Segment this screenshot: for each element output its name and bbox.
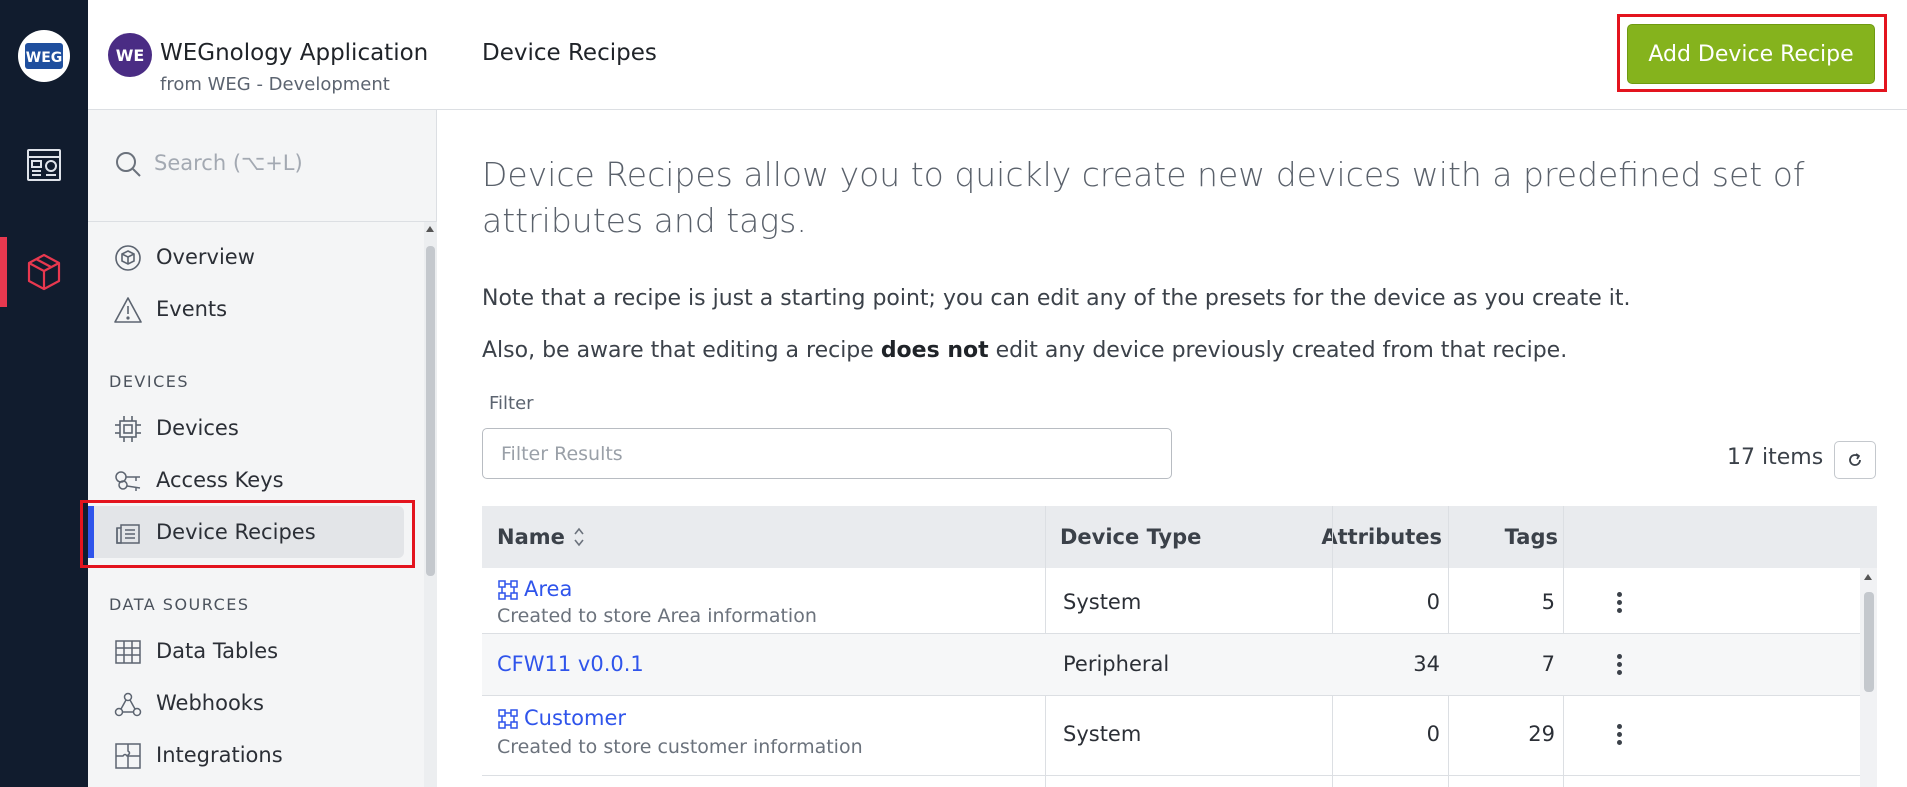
recipe-attributes-count: 0 xyxy=(1426,590,1440,614)
note-text: Also, be aware that editing a recipe xyxy=(482,338,881,363)
search-input[interactable] xyxy=(154,146,414,180)
main-content: Device Recipes Add Device Recipe Device … xyxy=(437,0,1907,787)
column-header-tags[interactable]: Tags xyxy=(1452,506,1558,568)
row-actions-menu-icon[interactable] xyxy=(1617,654,1623,678)
section-label-data-sources: DATA SOURCES xyxy=(109,595,250,614)
system-recipe-icon xyxy=(498,580,518,600)
recipe-tags-count: 7 xyxy=(1541,652,1555,676)
recipe-name-link[interactable]: Area xyxy=(524,577,572,601)
refresh-icon xyxy=(1849,453,1861,466)
app-avatar: WE xyxy=(108,33,152,77)
dashboard-icon xyxy=(27,149,61,181)
rail-devices[interactable] xyxy=(0,237,88,307)
table-row[interactable]: Area Created to store Area information S… xyxy=(482,568,1860,634)
app-switcher[interactable]: WE WEGnology Application from WEG - Deve… xyxy=(88,0,437,110)
section-label-devices: DEVICES xyxy=(109,372,190,391)
left-rail: WEG xyxy=(0,0,88,787)
chip-icon xyxy=(115,416,141,442)
sidebar-item-devices[interactable]: Devices xyxy=(88,402,422,454)
sidebar-item-label: Webhooks xyxy=(156,691,264,715)
warning-icon xyxy=(114,297,142,323)
sidebar-item-events[interactable]: Events xyxy=(88,283,422,335)
sidebar-item-overview[interactable]: Overview xyxy=(88,231,422,283)
highlight-add-button xyxy=(1617,14,1887,92)
filter-label: Filter xyxy=(489,393,534,414)
recipe-attributes-count: 0 xyxy=(1426,722,1440,746)
svg-text:WEG: WEG xyxy=(26,50,63,66)
highlight-device-recipes xyxy=(80,500,415,568)
puzzle-icon xyxy=(115,743,141,769)
sidebar-item-label: Overview xyxy=(156,245,255,269)
scroll-up-arrow-icon[interactable] xyxy=(1864,574,1872,580)
search-icon xyxy=(116,152,141,177)
recipe-description: Created to store customer information xyxy=(497,736,863,758)
column-header-attributes[interactable]: Attributes xyxy=(1321,506,1442,568)
sidebar-item-integrations[interactable]: Integrations xyxy=(88,729,422,781)
column-header-name[interactable]: Name xyxy=(497,506,585,568)
sidebar: WE WEGnology Application from WEG - Deve… xyxy=(80,0,437,787)
main-header: Device Recipes Add Device Recipe xyxy=(437,0,1907,110)
note-bold-text: does not xyxy=(880,338,989,363)
recipe-device-type: System xyxy=(1063,590,1142,614)
rail-dashboard[interactable] xyxy=(0,130,88,200)
note-does-not-edit: Also, be aware that editing a recipe doe… xyxy=(482,338,1567,363)
keys-icon xyxy=(115,471,141,491)
item-count: 17 items xyxy=(1727,445,1824,470)
sidebar-item-access-keys[interactable]: Access Keys xyxy=(88,454,422,506)
sidebar-item-label: Data Tables xyxy=(156,639,279,663)
sidebar-scroll-thumb[interactable] xyxy=(426,246,435,576)
row-actions-menu-icon[interactable] xyxy=(1617,592,1623,616)
recipe-device-type: System xyxy=(1063,722,1142,746)
system-recipe-icon xyxy=(498,709,518,729)
sidebar-item-label: Events xyxy=(156,297,228,321)
column-header-device-type[interactable]: Device Type xyxy=(1060,506,1201,568)
column-header-label: Name xyxy=(497,525,565,549)
note-text: edit any device previously created from … xyxy=(988,338,1568,363)
sidebar-item-webhooks[interactable]: Webhooks xyxy=(88,677,422,729)
sidebar-item-label: Devices xyxy=(156,416,239,440)
recipes-table: Name Device Type Attributes Tags Area Cr… xyxy=(482,506,1877,787)
row-actions-menu-icon[interactable] xyxy=(1617,724,1623,748)
table-scroll-thumb[interactable] xyxy=(1864,592,1874,692)
table-scrollbar[interactable] xyxy=(1860,568,1877,787)
search-area xyxy=(88,110,437,222)
page-title: Device Recipes xyxy=(482,40,657,66)
sidebar-scrollbar[interactable] xyxy=(424,222,437,787)
weg-logo[interactable]: WEG xyxy=(18,30,70,82)
app-subtitle: from WEG - Development xyxy=(160,74,390,95)
note-starting-point: Note that a recipe is just a starting po… xyxy=(482,286,1631,311)
table-row[interactable]: CFW11 v0.0.1 Peripheral 34 7 xyxy=(482,634,1860,696)
recipe-name-link[interactable]: CFW11 v0.0.1 xyxy=(497,652,644,676)
cube-icon xyxy=(27,253,61,291)
sort-icon xyxy=(574,527,584,547)
recipe-device-type: Peripheral xyxy=(1063,652,1170,676)
intro-text: Device Recipes allow you to quickly crea… xyxy=(482,155,1805,240)
recipe-description: Created to store Area information xyxy=(497,605,817,627)
scroll-up-arrow-icon[interactable] xyxy=(426,226,434,232)
table-row[interactable]: Customer Created to store customer infor… xyxy=(482,696,1860,776)
recipe-attributes-count: 34 xyxy=(1413,652,1440,676)
sidebar-item-data-tables[interactable]: Data Tables xyxy=(88,625,422,677)
app-name: WEGnology Application xyxy=(160,40,429,66)
recipe-name-link[interactable]: Customer xyxy=(524,706,626,730)
recipe-tags-count: 29 xyxy=(1528,722,1555,746)
webhook-icon xyxy=(114,692,142,717)
recipe-tags-count: 5 xyxy=(1541,590,1555,614)
table-icon xyxy=(115,640,141,664)
table-header: Name Device Type Attributes Tags xyxy=(482,506,1877,568)
refresh-button[interactable] xyxy=(1834,441,1876,479)
app-root: WEG WE WEGnology Application from WEG - … xyxy=(0,0,1907,787)
sidebar-item-label: Integrations xyxy=(156,743,283,767)
sidebar-item-label: Access Keys xyxy=(156,468,284,492)
overview-icon xyxy=(115,245,141,271)
filter-input[interactable] xyxy=(482,428,1172,479)
